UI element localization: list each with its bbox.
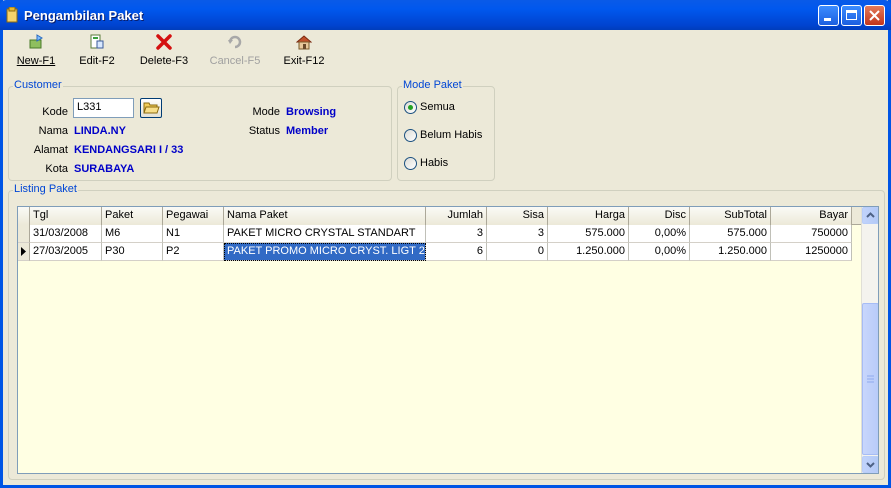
close-button[interactable]: [864, 5, 885, 26]
kota-value: SURABAYA: [74, 163, 135, 175]
cell-paket[interactable]: M6: [102, 225, 163, 243]
col-header-disc[interactable]: Disc: [629, 207, 690, 225]
kode-label: Kode: [42, 106, 68, 118]
cell-pegawai[interactable]: P2: [163, 243, 224, 261]
customer-legend: Customer: [13, 79, 63, 91]
chevron-down-icon: [866, 462, 875, 468]
radio-belum-habis-label: Belum Habis: [420, 129, 483, 141]
cell-tgl[interactable]: 31/03/2008: [30, 225, 102, 243]
cell-pegawai[interactable]: N1: [163, 225, 224, 243]
close-icon: [869, 10, 880, 21]
exit-label: Exit-F12: [283, 55, 325, 67]
folder-open-icon: [143, 102, 160, 114]
kota-label: Kota: [45, 163, 68, 175]
cell-sisa[interactable]: 3: [487, 225, 548, 243]
cell-jumlah[interactable]: 6: [426, 243, 487, 261]
chevron-up-icon: [866, 212, 875, 218]
header-indicator: [18, 207, 30, 225]
col-header-harga[interactable]: Harga: [548, 207, 629, 225]
edit-label: Edit-F2: [79, 55, 115, 67]
alamat-label: Alamat: [33, 144, 68, 156]
minimize-button[interactable]: [818, 5, 839, 26]
table-row[interactable]: 27/03/2005 P30 P2 PAKET PROMO MICRO CRYS…: [18, 243, 852, 261]
radio-belum-habis[interactable]: Belum Habis: [404, 129, 490, 143]
edit-icon: [90, 34, 104, 49]
col-header-bayar[interactable]: Bayar: [771, 207, 852, 225]
status-value: Member: [286, 125, 329, 137]
exit-button[interactable]: Exit-F12: [282, 32, 326, 72]
new-label: New-F1: [16, 55, 56, 67]
alamat-value: KENDANGSARI I / 33: [74, 144, 184, 156]
nama-value: LINDA.NY: [74, 125, 126, 137]
browse-customer-button[interactable]: [140, 98, 162, 118]
cell-paket[interactable]: P30: [102, 243, 163, 261]
nama-label: Nama: [38, 125, 68, 137]
radio-semua[interactable]: Semua: [404, 101, 484, 115]
cell-harga[interactable]: 575.000: [548, 225, 629, 243]
cell-disc[interactable]: 0,00%: [629, 243, 690, 261]
mode-paket-legend: Mode Paket: [402, 79, 463, 91]
cell-subtotal[interactable]: 575.000: [690, 225, 771, 243]
scroll-down-button[interactable]: [862, 456, 878, 473]
grid-header: Tgl Paket Pegawai Nama Paket Jumlah Sisa…: [18, 207, 863, 225]
mode-label: Mode: [252, 106, 280, 118]
app-window: Pengambilan Paket New-F1 Edit-F2 Delete-…: [0, 0, 891, 488]
grip-icon: [867, 375, 874, 383]
col-header-jumlah[interactable]: Jumlah: [426, 207, 487, 225]
kode-input[interactable]: L331: [73, 98, 134, 118]
maximize-button[interactable]: [841, 5, 862, 26]
edit-button[interactable]: Edit-F2: [77, 32, 117, 72]
radio-habis-label: Habis: [420, 157, 449, 169]
toolbar: New-F1 Edit-F2 Delete-F3 Cancel-F5 Exit-…: [3, 32, 888, 72]
radio-habis[interactable]: Habis: [404, 157, 484, 171]
status-label: Status: [248, 125, 280, 137]
listing-paket-legend: Listing Paket: [13, 183, 78, 195]
table-row[interactable]: 31/03/2008 M6 N1 PAKET MICRO CRYSTAL STA…: [18, 225, 852, 243]
cell-jumlah[interactable]: 3: [426, 225, 487, 243]
cell-harga[interactable]: 1.250.000: [548, 243, 629, 261]
radio-selected-dot: [408, 105, 413, 110]
title-bar[interactable]: Pengambilan Paket: [0, 0, 891, 30]
radio-circle: [404, 157, 417, 170]
maximize-icon: [846, 10, 857, 20]
listing-grid[interactable]: Tgl Paket Pegawai Nama Paket Jumlah Sisa…: [17, 206, 879, 474]
row-indicator[interactable]: [18, 243, 30, 261]
delete-icon: [156, 34, 172, 50]
window-title: Pengambilan Paket: [24, 8, 144, 23]
col-header-subtotal[interactable]: SubTotal: [690, 207, 771, 225]
col-header-pegawai[interactable]: Pegawai: [163, 207, 224, 225]
mode-value: Browsing: [286, 106, 337, 118]
col-header-paket[interactable]: Paket: [102, 207, 163, 225]
radio-semua-label: Semua: [420, 101, 455, 113]
scroll-up-button[interactable]: [862, 207, 878, 224]
cancel-icon: [228, 35, 242, 49]
row-indicator[interactable]: [18, 225, 30, 243]
cell-nama-paket-selected[interactable]: PAKET PROMO MICRO CRYST. LIGT 2: [224, 243, 426, 261]
cell-sisa[interactable]: 0: [487, 243, 548, 261]
cancel-button[interactable]: Cancel-F5: [208, 32, 262, 72]
col-header-nama-paket[interactable]: Nama Paket: [224, 207, 426, 225]
cell-disc[interactable]: 0,00%: [629, 225, 690, 243]
radio-circle: [404, 129, 417, 142]
current-row-arrow-icon: [21, 247, 26, 256]
cell-nama-paket[interactable]: PAKET MICRO CRYSTAL STANDART: [224, 225, 426, 243]
cancel-label: Cancel-F5: [209, 55, 261, 67]
new-icon: [29, 34, 43, 49]
cell-subtotal[interactable]: 1.250.000: [690, 243, 771, 261]
col-header-sisa[interactable]: Sisa: [487, 207, 548, 225]
app-icon: [6, 7, 18, 23]
exit-icon: [296, 35, 312, 50]
col-header-tgl[interactable]: Tgl: [30, 207, 102, 225]
delete-label: Delete-F3: [139, 55, 189, 67]
delete-button[interactable]: Delete-F3: [137, 32, 191, 72]
minimize-icon: [824, 18, 831, 21]
cell-tgl[interactable]: 27/03/2005: [30, 243, 102, 261]
cell-bayar[interactable]: 750000: [771, 225, 852, 243]
scroll-thumb[interactable]: [862, 303, 878, 455]
new-button[interactable]: New-F1: [16, 32, 56, 72]
vertical-scrollbar[interactable]: [861, 207, 878, 473]
radio-circle: [404, 101, 417, 114]
cell-bayar[interactable]: 1250000: [771, 243, 852, 261]
